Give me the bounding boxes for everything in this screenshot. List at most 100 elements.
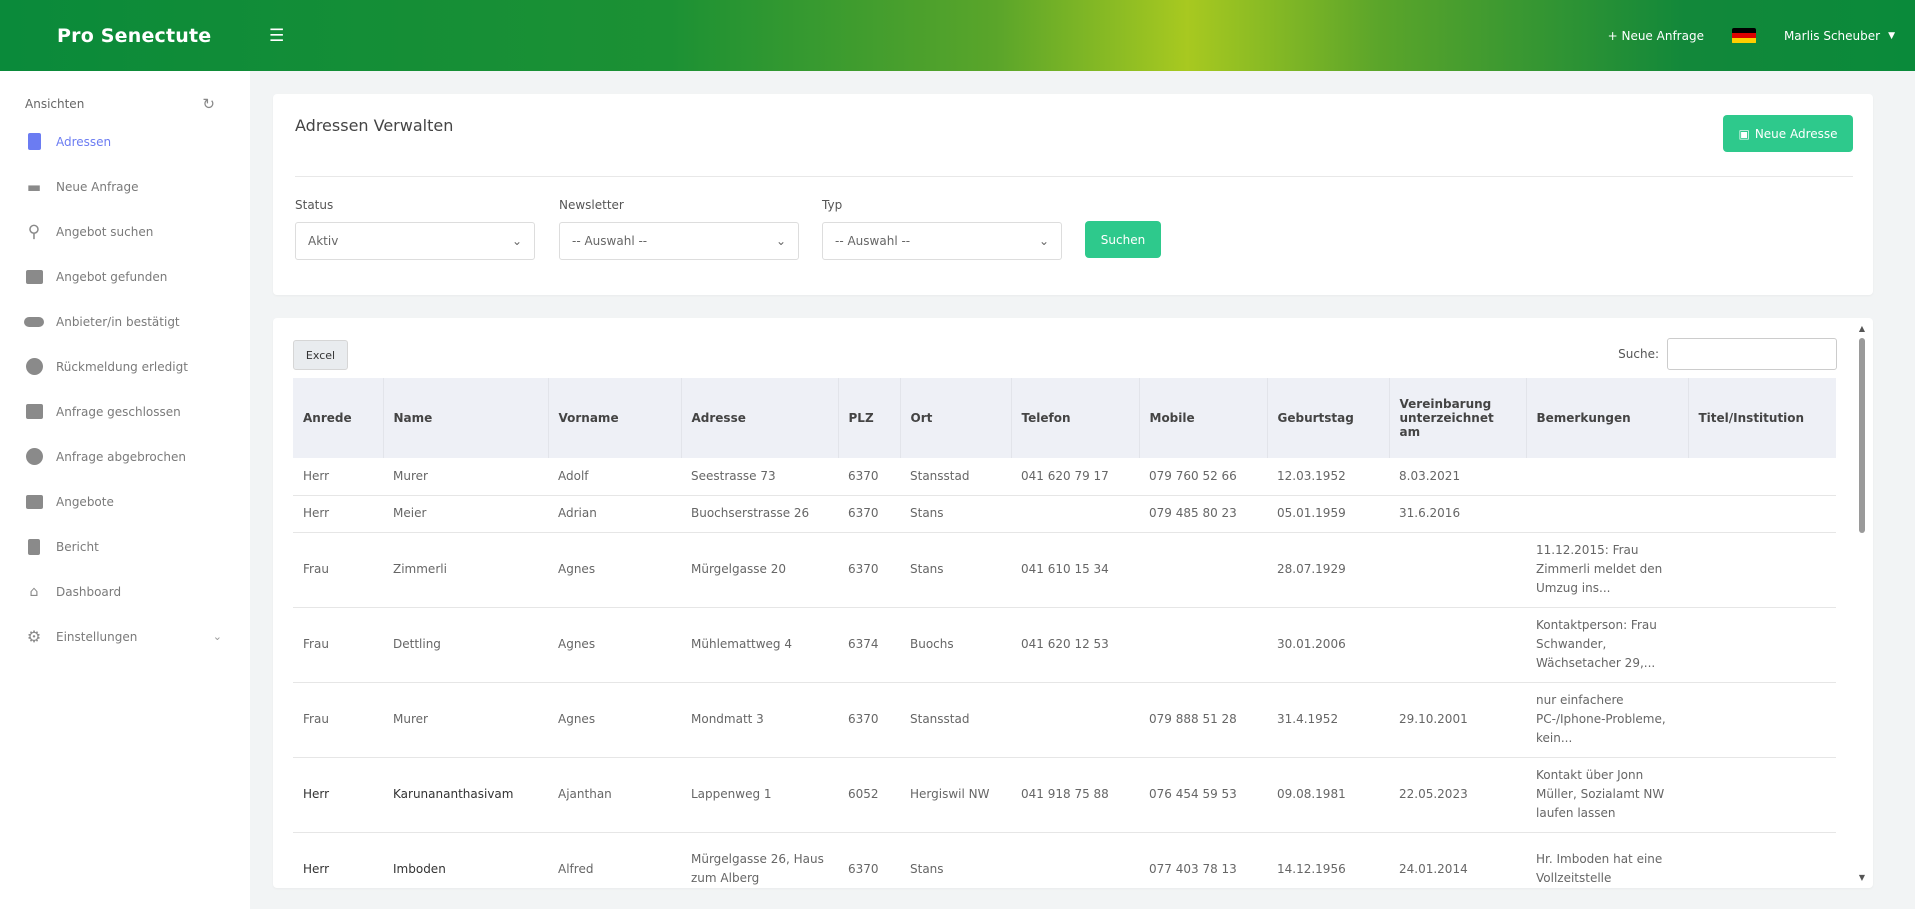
gear-icon: ⚙ xyxy=(26,627,42,646)
sidebar-item-anbieter-bestaetigt[interactable]: Anbieter/in bestätigt xyxy=(0,299,250,344)
folder-icon: ▬ xyxy=(26,177,42,196)
chevron-down-icon: ⌄ xyxy=(775,234,786,248)
table-cell: Mürgelgasse 26, Haus zum Alberg xyxy=(681,832,838,888)
scroll-up-icon[interactable]: ▲ xyxy=(1857,324,1867,333)
excel-export-button[interactable]: Excel xyxy=(293,340,348,370)
table-cell: 041 620 79 17 xyxy=(1011,458,1139,496)
menu-toggle-icon[interactable]: ☰ xyxy=(269,26,284,46)
sidebar-item-label: Anfrage abgebrochen xyxy=(56,449,186,464)
brand-logo[interactable]: Pro Senectute xyxy=(0,25,250,47)
table-cell: Frau xyxy=(293,532,383,608)
table-row[interactable]: Herr Meier Adrian Buochserstrasse 26 6370 Sta… xyxy=(293,495,1836,533)
column-header[interactable]: Adresse xyxy=(681,378,839,458)
type-label: Typ xyxy=(822,198,843,212)
check-circle-icon xyxy=(24,357,44,377)
sidebar-item-bericht[interactable]: Bericht xyxy=(0,524,250,569)
table-header-row: Anrede Name Vorname Adresse PLZ Ort Telefon Mob… xyxy=(293,378,1836,458)
type-select[interactable]: -- Auswahl -- ⌄ xyxy=(822,222,1062,260)
table-row[interactable]: Frau Zimmerli Agnes Mürgelgasse 20 6370 Stans… xyxy=(293,532,1836,608)
sidebar-item-anfrage-abgebrochen[interactable]: Anfrage abgebrochen xyxy=(0,434,250,479)
new-address-button[interactable]: ▣ Neue Adresse xyxy=(1723,115,1853,152)
handshake-icon xyxy=(24,312,44,332)
sidebar-item-dashboard[interactable]: ⌂ Dashboard xyxy=(0,569,250,614)
table-row[interactable]: Herr Murer Adolf Seestrasse 73 6370 Stansstad… xyxy=(293,458,1836,496)
sidebar-item-angebote[interactable]: Angebote xyxy=(0,479,250,524)
user-menu[interactable]: Marlis Scheuber ▼ xyxy=(1784,29,1895,43)
sidebar-item-einstellungen[interactable]: ⚙ Einstellungen ⌄ xyxy=(0,614,250,659)
table-row[interactable]: Herr Imboden Alfred Mürgelgasse 26, Haus zu… xyxy=(293,832,1836,888)
newsletter-label: Newsletter xyxy=(559,198,624,212)
table-cell: 079 888 51 28 xyxy=(1139,682,1267,758)
sidebar-item-label: Angebot suchen xyxy=(56,224,154,239)
column-header[interactable]: PLZ xyxy=(838,378,901,458)
table-cell: 30.01.2006 xyxy=(1267,607,1389,683)
table-cell xyxy=(1688,495,1836,533)
table-row[interactable]: Frau Murer Agnes Mondmatt 3 6370 Stansstad 079… xyxy=(293,682,1836,758)
table-cell: Stansstad xyxy=(900,682,1011,758)
column-header[interactable]: Anrede xyxy=(293,378,384,458)
table-row[interactable]: Frau Dettling Agnes Mühlemattweg 4 6374 Buoch… xyxy=(293,607,1836,683)
refresh-icon[interactable]: ↻ xyxy=(202,95,215,113)
table-cell: Adrian xyxy=(548,495,681,533)
sidebar-item-label: Anbieter/in bestätigt xyxy=(56,314,180,329)
table-cell: 31.4.1952 xyxy=(1267,682,1389,758)
sidebar-item-label: Angebot gefunden xyxy=(56,269,168,284)
column-header[interactable]: Vorname xyxy=(548,378,682,458)
sidebar-item-label: Bericht xyxy=(56,539,99,554)
top-navbar: Pro Senectute ☰ + Neue Anfrage Marlis Sc… xyxy=(0,0,1915,71)
language-flag-icon[interactable] xyxy=(1731,27,1756,44)
column-header[interactable]: Geburtstag xyxy=(1267,378,1390,458)
newsletter-select[interactable]: -- Auswahl -- ⌄ xyxy=(559,222,799,260)
table-cell: 24.01.2014 xyxy=(1389,832,1526,888)
new-address-label: Neue Adresse xyxy=(1754,126,1838,141)
table-row[interactable]: Herr Karunananthasivam Ajanthan Lappenweg 1… xyxy=(293,757,1836,833)
sidebar-item-neue-anfrage[interactable]: ▬ Neue Anfrage xyxy=(0,164,250,209)
sidebar-item-label: Neue Anfrage xyxy=(56,179,139,194)
sidebar-item-anfrage-geschlossen[interactable]: Anfrage geschlossen xyxy=(0,389,250,434)
table-cell: Hr. Imboden hat eine Vollzeitstelle xyxy=(1526,832,1688,888)
column-header[interactable]: Bemerkungen xyxy=(1526,378,1689,458)
table-cell: Mühlemattweg 4 xyxy=(681,607,838,683)
sidebar-item-adressen[interactable]: Adressen xyxy=(0,119,250,164)
table-cell xyxy=(1011,832,1139,888)
table-cell xyxy=(1389,607,1526,683)
newsletter-value: -- Auswahl -- xyxy=(572,234,648,248)
status-value: Aktiv xyxy=(308,234,339,248)
scrollbar-thumb[interactable] xyxy=(1859,338,1865,533)
archive-icon xyxy=(24,402,44,422)
table-cell: Herr xyxy=(293,495,383,533)
page-title: Adressen Verwalten xyxy=(295,116,454,135)
new-request-link[interactable]: + Neue Anfrage xyxy=(1608,29,1704,43)
column-header[interactable]: Mobile xyxy=(1139,378,1268,458)
sidebar: Ansichten ↻ Adressen ▬ Neue Anfrage ⚲ An… xyxy=(0,71,250,909)
table-cell: 6370 xyxy=(838,458,900,496)
status-select[interactable]: Aktiv ⌄ xyxy=(295,222,535,260)
column-header[interactable]: Titel/Institution xyxy=(1688,378,1836,458)
table-cell: Buochserstrasse 26 xyxy=(681,495,838,533)
sidebar-item-angebot-gefunden[interactable]: Angebot gefunden xyxy=(0,254,250,299)
table-search-input[interactable] xyxy=(1667,338,1837,370)
table-cell: Alfred xyxy=(548,832,681,888)
table-cell: 29.10.2001 xyxy=(1389,682,1526,758)
table-cell: 079 760 52 66 xyxy=(1139,458,1267,496)
column-header[interactable]: Ort xyxy=(900,378,1012,458)
filter-panel: Adressen Verwalten ▣ Neue Adresse Status… xyxy=(273,94,1873,295)
table-scrollbar[interactable]: ▲ ▼ xyxy=(1857,324,1867,882)
table-cell: 6370 xyxy=(838,832,900,888)
scroll-down-icon[interactable]: ▼ xyxy=(1857,873,1867,882)
column-header[interactable]: Name xyxy=(383,378,549,458)
chevron-down-icon: ⌄ xyxy=(212,630,222,643)
sidebar-item-label: Einstellungen xyxy=(56,629,138,644)
table-cell xyxy=(1526,495,1688,533)
sidebar-item-rueckmeldung-erledigt[interactable]: Rückmeldung erledigt xyxy=(0,344,250,389)
table-cell: Herr xyxy=(293,757,383,833)
table-cell: 22.05.2023 xyxy=(1389,757,1526,833)
table-cell: Karunananthasivam xyxy=(383,757,548,833)
table-cell: Kontaktperson: Frau Schwander, Wächsetac… xyxy=(1526,607,1688,683)
column-header[interactable]: Vereinbarung unterzeichnet am xyxy=(1389,378,1527,458)
search-button[interactable]: Suchen xyxy=(1085,221,1161,258)
table-cell: Frau xyxy=(293,607,383,683)
sidebar-item-label: Anfrage geschlossen xyxy=(56,404,181,419)
column-header[interactable]: Telefon xyxy=(1011,378,1140,458)
sidebar-item-angebot-suchen[interactable]: ⚲ Angebot suchen xyxy=(0,209,250,254)
